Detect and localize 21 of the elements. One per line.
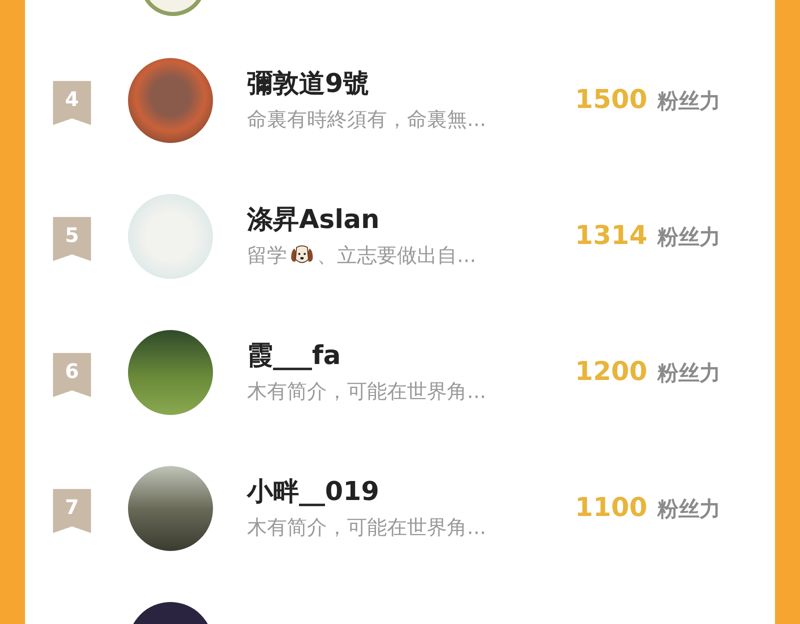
- rank-badge: 6: [53, 353, 91, 397]
- score-unit: 粉丝力: [657, 224, 720, 251]
- user-bio: 、立志要做出自...: [317, 242, 476, 269]
- score-unit: 粉丝力: [657, 496, 720, 523]
- user-name: 霞___fa: [247, 340, 342, 373]
- rank-badge: 7: [53, 489, 91, 533]
- rank-badge: 4: [53, 81, 91, 125]
- user-name: 彌敦道9號: [247, 68, 370, 101]
- fan-score: 1314: [575, 221, 648, 251]
- score-unit: 粉丝力: [657, 88, 720, 115]
- user-name: 涤昇Aslan: [247, 204, 381, 237]
- user-bio: 留学: [247, 242, 287, 269]
- user-bio: 木有简介，可能在世界角...: [247, 378, 486, 405]
- user-bio: 木有简介，可能在世界角...: [247, 514, 486, 541]
- fan-score: 1100: [575, 493, 648, 523]
- fan-score: 1500: [575, 85, 648, 115]
- user-name: 小畔__019: [247, 476, 380, 509]
- user-bio: 命裏有時終須有，命裏無...: [247, 106, 486, 133]
- fan-score: 1200: [575, 357, 648, 387]
- rank-badge: 5: [53, 217, 91, 261]
- score-unit: 粉丝力: [657, 360, 720, 387]
